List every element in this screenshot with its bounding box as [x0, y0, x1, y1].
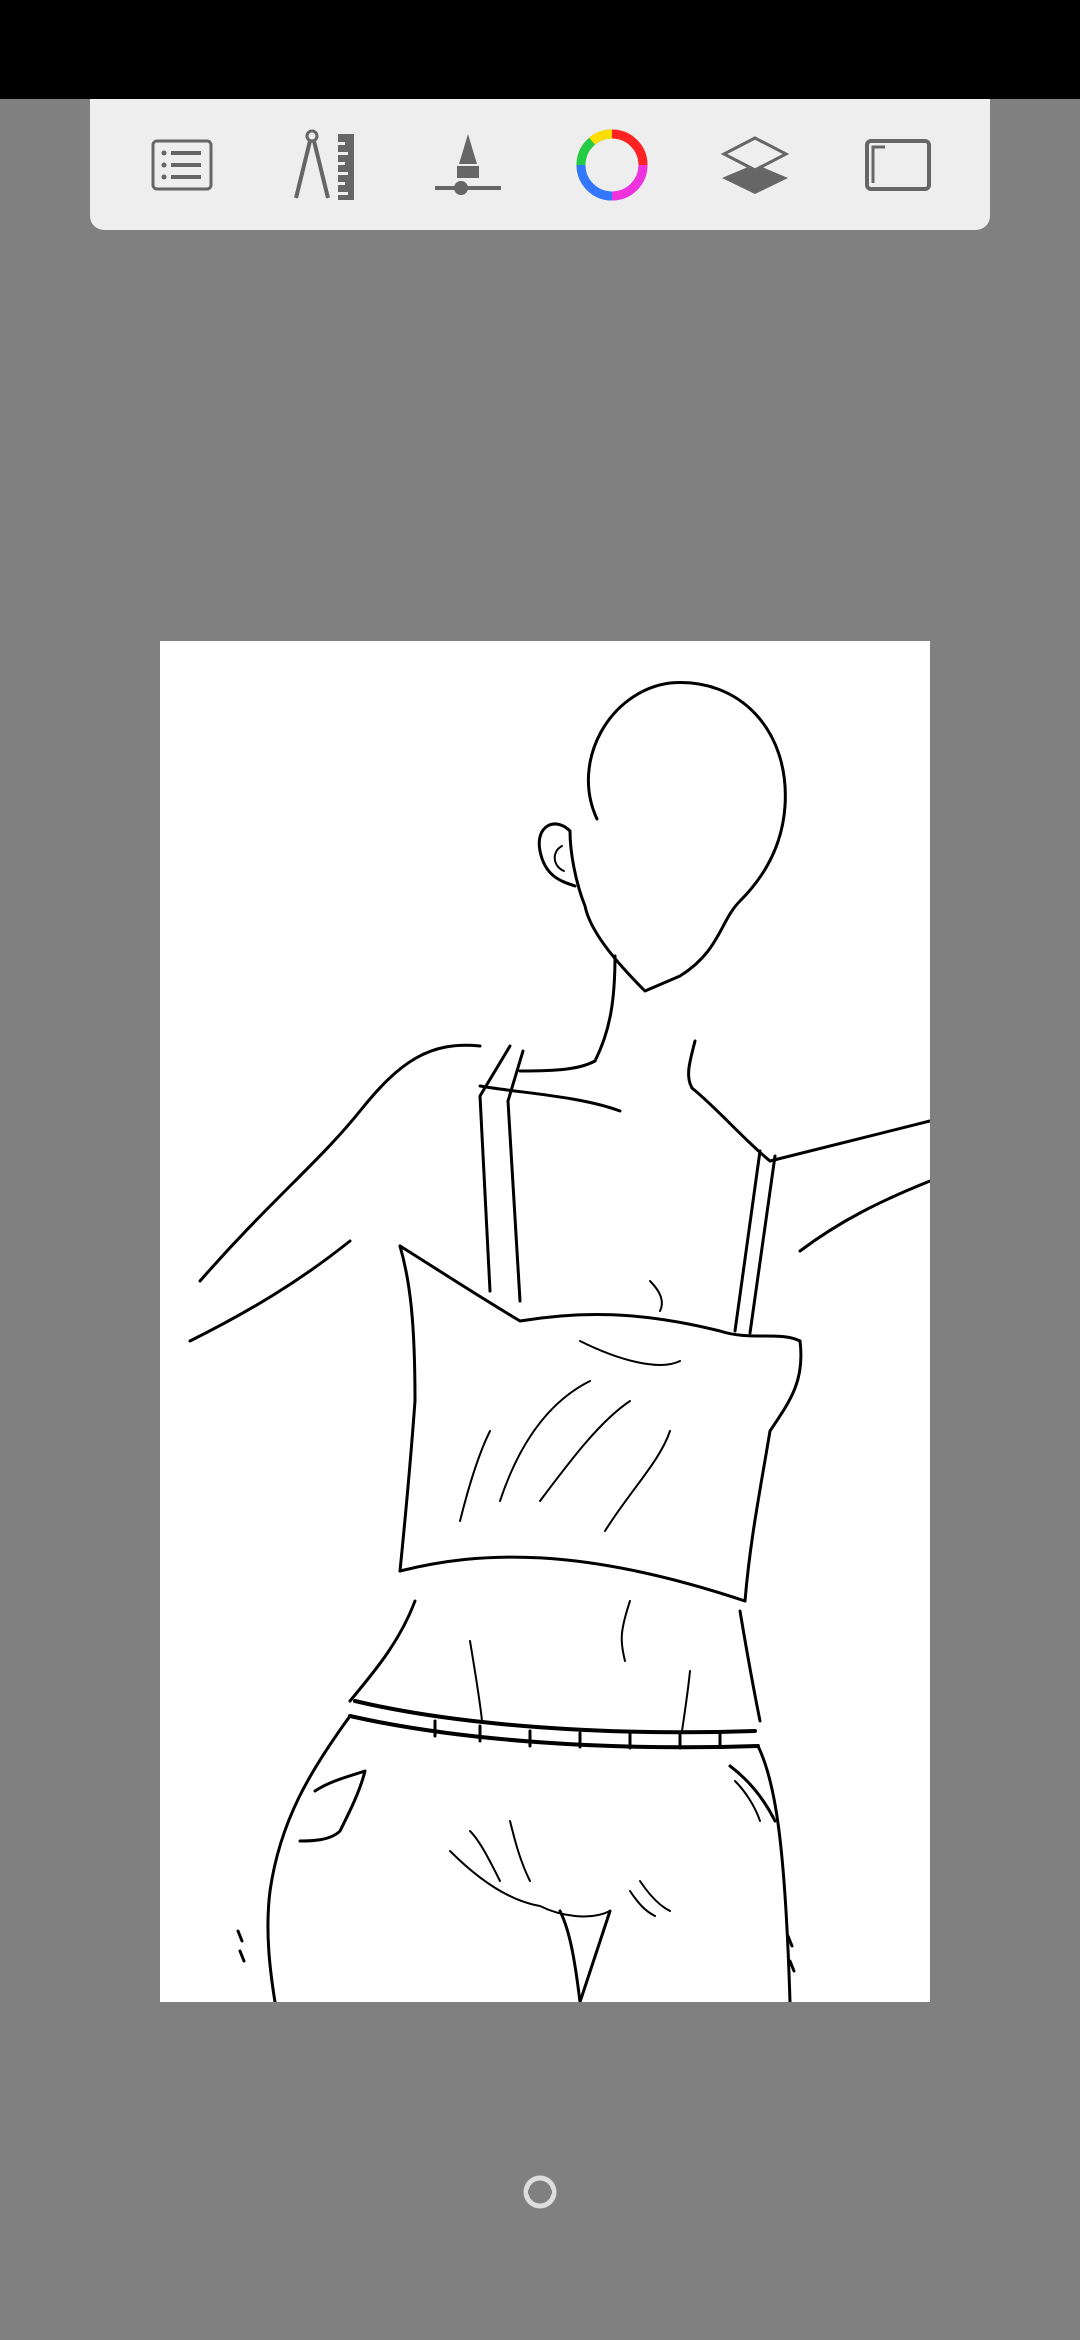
guides-button[interactable] — [270, 110, 380, 220]
fullscreen-button[interactable] — [843, 110, 953, 220]
brush-properties-button[interactable] — [413, 110, 523, 220]
top-toolbar — [90, 99, 990, 230]
layers-icon — [720, 135, 790, 194]
layers-button[interactable] — [700, 110, 810, 220]
list-icon — [151, 139, 213, 190]
color-button[interactable] — [557, 110, 667, 220]
brush-list-button[interactable] — [127, 110, 237, 220]
brush-size-icon — [435, 133, 502, 195]
line-art-drawing — [188, 681, 930, 2002]
drawing-canvas[interactable] — [160, 641, 930, 2002]
compass-ruler-icon — [294, 129, 354, 200]
status-bar — [0, 0, 1080, 99]
color-wheel-icon — [576, 129, 648, 200]
rotate-reset-button[interactable] — [520, 2172, 560, 2212]
fullscreen-icon — [865, 138, 932, 191]
rotate-reset-icon — [523, 2175, 557, 2209]
